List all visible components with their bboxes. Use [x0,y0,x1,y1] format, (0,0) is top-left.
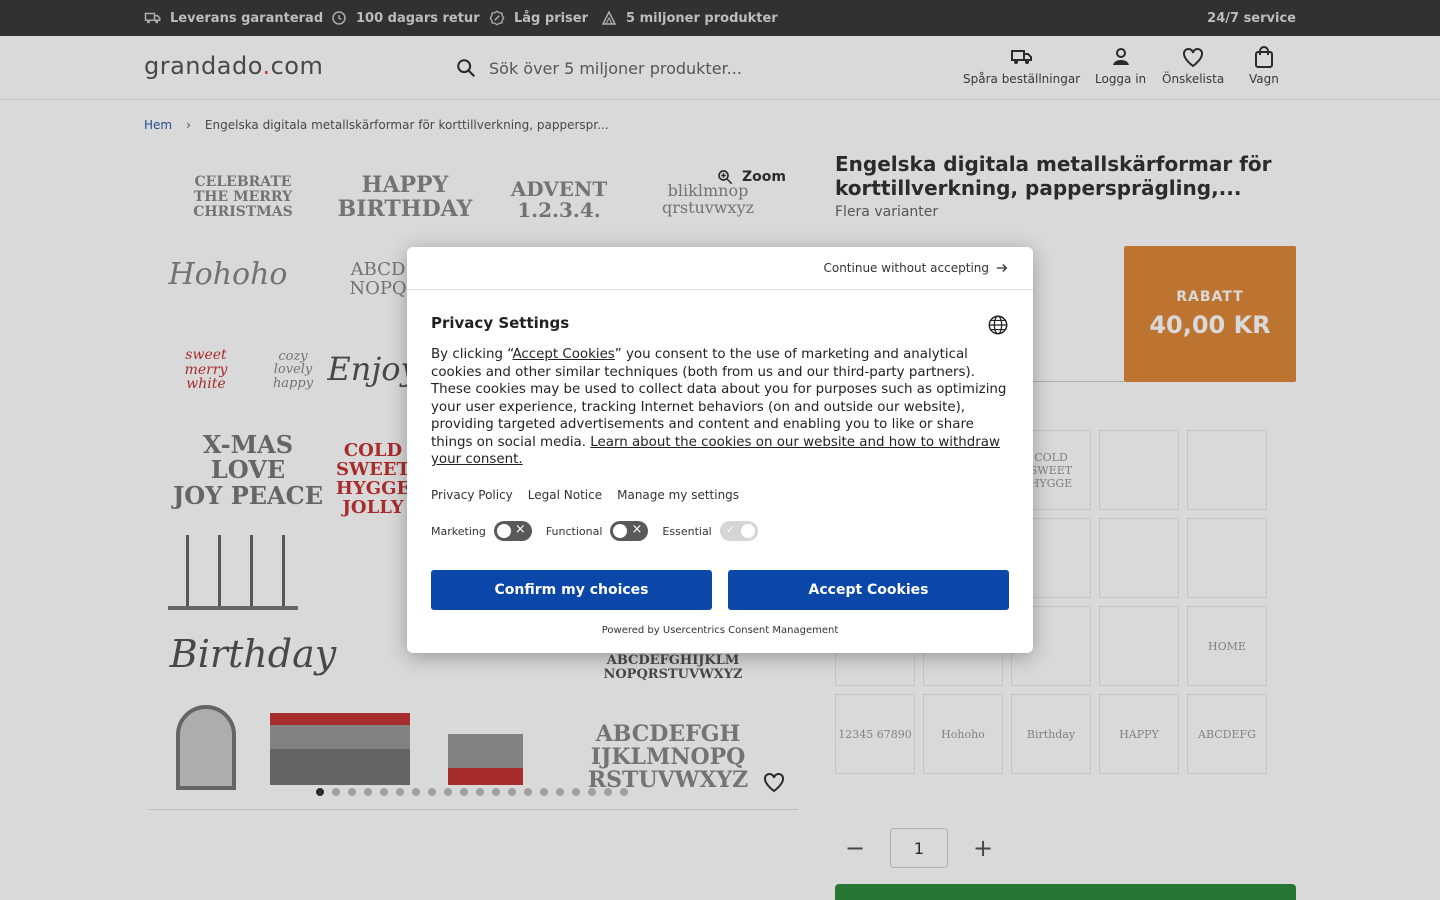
switch-knob [496,524,511,538]
dialog-links: Privacy Policy Legal Notice Manage my se… [431,488,739,502]
privacy-policy-link[interactable]: Privacy Policy [431,488,513,502]
marketing-toggle: Marketing × [431,521,532,541]
functional-switch[interactable]: × [610,521,649,541]
globe-icon[interactable] [987,314,1009,336]
switch-knob [613,524,628,538]
dialog-header: Continue without accepting [407,247,1033,290]
accept-cookies-button[interactable]: Accept Cookies [728,570,1009,610]
close-icon: × [514,522,526,537]
accept-cookies-inline-link[interactable]: Accept Cookies [512,347,614,362]
essential-toggle: Essential ✓ [662,521,758,541]
continue-label: Continue without accepting [823,261,989,275]
dialog-title: Privacy Settings [431,314,570,332]
privacy-settings-dialog: Continue without accepting Privacy Setti… [407,247,1033,653]
marketing-switch[interactable]: × [493,521,532,541]
essential-switch: ✓ [719,521,758,541]
toggle-label: Marketing [431,524,486,538]
legal-notice-link[interactable]: Legal Notice [528,488,602,502]
switch-knob [740,524,755,538]
dialog-body-text: By clicking “Accept Cookies” you consent… [431,346,1011,469]
manage-settings-link[interactable]: Manage my settings [617,488,739,502]
functional-toggle: Functional × [546,521,649,541]
check-icon: ✓ [725,523,735,536]
toggle-label: Functional [545,524,603,538]
close-icon: × [631,522,643,537]
confirm-choices-button[interactable]: Confirm my choices [431,570,712,610]
arrow-right-icon [996,264,1008,272]
toggle-label: Essential [662,524,712,538]
continue-without-accepting-link[interactable]: Continue without accepting [823,261,1009,275]
powered-by-text: Powered by Usercentrics Consent Manageme… [601,625,839,636]
body-text: By clicking “ [431,347,513,362]
consent-toggles: Marketing × Functional × Essential ✓ [431,521,772,541]
